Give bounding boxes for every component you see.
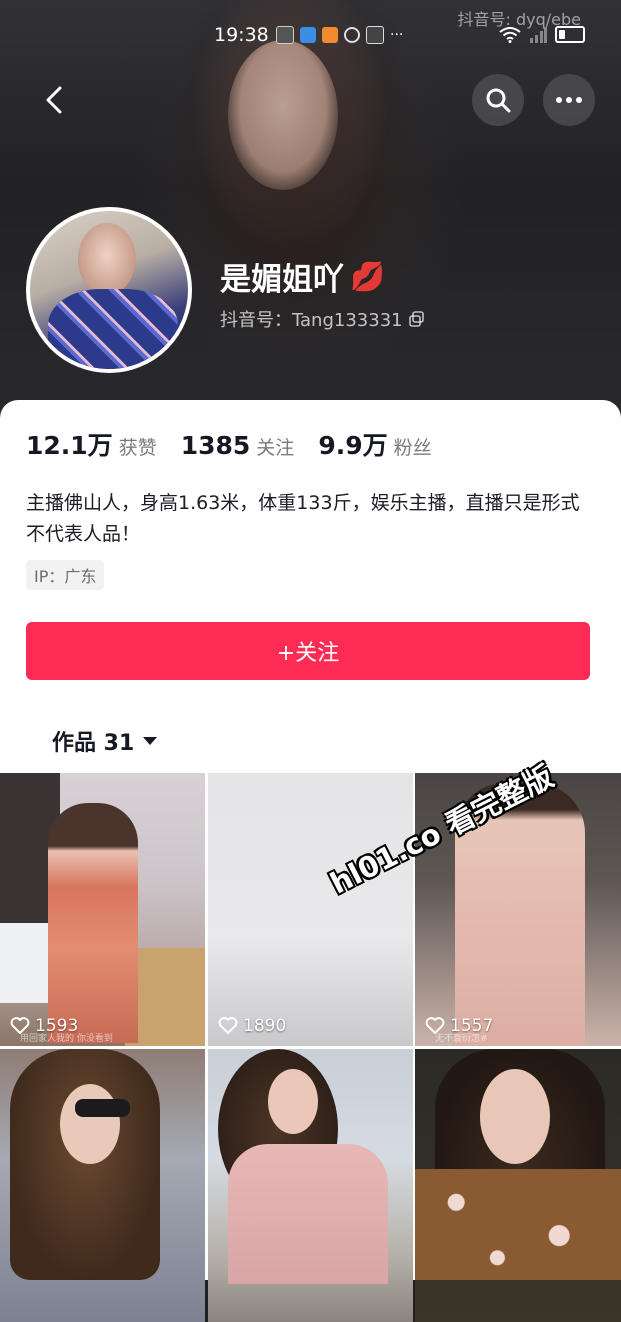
battery-icon [555, 26, 585, 43]
following-count: 1385 [180, 431, 251, 460]
douyin-id[interactable]: 抖音号：Tang133331 [220, 306, 425, 332]
nickname-text: 是媚姐吖 [220, 262, 344, 298]
status-time: 19:38 [214, 24, 269, 46]
ip-location-tag: IP：广东 [26, 560, 105, 590]
avatar-face [78, 223, 136, 295]
store-notification-icon [322, 27, 338, 43]
tile-face [268, 1069, 318, 1134]
tile-person [48, 803, 138, 1043]
video-tile[interactable]: 1890 [208, 773, 413, 1046]
tile-face [480, 1069, 550, 1164]
douyin-id-text: 抖音号：Tang133331 [220, 310, 403, 331]
video-tile[interactable] [415, 1049, 621, 1322]
stat-followers[interactable]: 9.9万 粉丝 [318, 426, 431, 462]
video-likes-count: 1890 [243, 1016, 287, 1036]
tile-floral-dress [415, 1169, 621, 1280]
lips-emoji-icon: 💋 [350, 260, 385, 293]
likes-label: 获赞 [118, 437, 157, 459]
tile-face [60, 1084, 120, 1164]
video-likes: 1890 [218, 1016, 286, 1036]
video-caption: 无不衰衍怎# [435, 1034, 488, 1044]
tile-sunglasses [75, 1099, 130, 1117]
notification-icons: ··· [276, 26, 403, 44]
followers-count: 9.9万 [318, 431, 388, 460]
more-horizontal-icon [556, 97, 582, 103]
video-tile[interactable] [0, 1049, 205, 1322]
back-button[interactable] [34, 80, 74, 120]
upload-notification-icon [366, 26, 384, 44]
video-tile[interactable] [208, 1049, 413, 1322]
tile-body [228, 1144, 388, 1284]
video-tile[interactable]: 1593 用回家人我的 你没看到 [0, 773, 205, 1046]
hotspot-icon [344, 27, 360, 43]
wifi-icon [499, 26, 521, 43]
follow-button[interactable]: +关注 [26, 622, 590, 680]
more-options-button[interactable] [543, 74, 595, 126]
more-notifications-icon: ··· [390, 27, 404, 43]
works-tab-label: 作品 31 [52, 731, 135, 756]
avatar-dress [48, 289, 178, 369]
signal-icon [530, 26, 547, 43]
followers-label: 粉丝 [393, 437, 432, 459]
profile-info-card: 12.1万 获赞 1385 关注 9.9万 粉丝 主播佛山人，身高1.63米，体… [0, 400, 621, 775]
heart-outline-icon [218, 1017, 238, 1034]
avatar[interactable] [26, 207, 192, 373]
stat-likes[interactable]: 12.1万 获赞 [26, 426, 157, 462]
caret-down-icon [143, 737, 158, 745]
video-grid: 1593 用回家人我的 你没看到 1890 1557 无不衰衍怎# [0, 773, 621, 1322]
app-notification-icon [300, 27, 316, 43]
likes-count: 12.1万 [26, 431, 113, 460]
stat-following[interactable]: 1385 关注 [181, 431, 295, 460]
profile-stats: 12.1万 获赞 1385 关注 9.9万 粉丝 [26, 426, 432, 462]
image-notification-icon [276, 26, 294, 44]
following-label: 关注 [256, 437, 295, 459]
copy-icon[interactable] [408, 311, 425, 327]
profile-bio: 主播佛山人，身高1.63米，体重133斤，娱乐主播，直播只是形式不代表人品！ [26, 492, 580, 545]
tab-works[interactable]: 作品 31 [52, 725, 158, 757]
system-status-icons [499, 26, 585, 43]
search-button[interactable] [472, 74, 524, 126]
video-caption: 用回家人我的 你没看到 [20, 1034, 113, 1044]
chevron-left-icon [46, 86, 62, 114]
search-icon [486, 88, 511, 113]
status-bar: 抖音号: dyq/ebe 19:38 ··· [0, 10, 621, 50]
profile-nickname: 是媚姐吖 💋 [220, 254, 385, 299]
